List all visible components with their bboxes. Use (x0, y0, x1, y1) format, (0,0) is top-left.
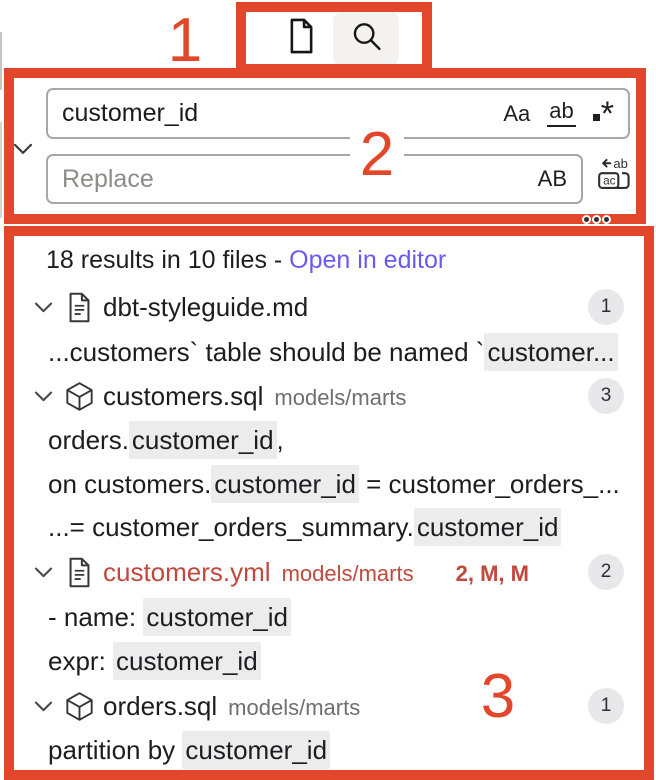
match-case-button[interactable]: Aa (503, 102, 530, 125)
replace-all-icon: ab ac (593, 155, 635, 200)
replace-input[interactable] (48, 164, 538, 194)
replace-input-box: AB (46, 154, 583, 204)
match-row[interactable]: - name: customer_id (0, 594, 656, 640)
results-summary: 18 results in 10 files - Open in editor (46, 238, 446, 282)
explorer-tab-button[interactable] (272, 12, 330, 64)
chevron-down-icon[interactable] (31, 566, 55, 579)
search-icon (350, 20, 383, 58)
file-name: customers.yml models/marts 2, M, M (103, 556, 529, 587)
panel-edge-line (0, 32, 2, 90)
file-path: models/marts (281, 560, 414, 586)
match-row[interactable]: ...= customer_orders_summary. customer_id (0, 504, 656, 550)
regex-star: * (600, 94, 614, 133)
replace-all-button[interactable]: ab ac (592, 156, 636, 198)
model-cube-icon (63, 381, 95, 412)
file-name: orders.sql models/marts (103, 690, 361, 721)
match-highlight: customer_id (182, 730, 331, 769)
match-text: orders. (48, 424, 129, 455)
annotation-label-2: 2 (350, 122, 404, 188)
file-path: models/marts (228, 694, 361, 720)
file-row-dbt-styleguide[interactable]: dbt-styleguide.md 1 (0, 284, 656, 330)
chevron-down-icon[interactable] (31, 301, 55, 314)
file-row-orders-sql[interactable]: orders.sql models/marts 1 (0, 683, 656, 729)
summary-separator: - (266, 245, 290, 274)
match-row[interactable]: expr: customer_id (0, 638, 656, 684)
document-icon (63, 292, 95, 323)
match-count-badge: 2 (588, 554, 624, 590)
file-name: dbt-styleguide.md (103, 291, 309, 322)
match-highlight: customer_id (128, 420, 277, 459)
file-row-customers-sql[interactable]: customers.sql models/marts 3 (0, 373, 656, 419)
git-status-badges: 2, M, M (455, 560, 529, 586)
match-highlight: customer_id (413, 507, 562, 546)
search-input-box: Aa ab * (46, 88, 630, 139)
match-highlight: customer_id (211, 464, 359, 503)
match-row[interactable]: ...customers` table should be named ` cus… (0, 329, 656, 375)
file-icon (286, 18, 317, 59)
match-text: - name: (48, 601, 144, 632)
open-in-editor-link[interactable]: Open in editor (289, 246, 446, 275)
match-text: ...customers` table should be named ` (48, 336, 485, 367)
match-count-badge: 3 (588, 378, 624, 414)
match-text: partition by (48, 734, 183, 765)
regex-button[interactable]: * (592, 94, 614, 133)
annotation-label-1: 1 (167, 6, 203, 75)
chevron-down-icon[interactable] (31, 390, 55, 403)
match-text: expr: (48, 645, 114, 676)
document-icon (63, 557, 95, 588)
search-options: Aa ab * (503, 94, 628, 133)
preserve-case-button[interactable]: AB (538, 168, 567, 190)
match-text: = customer_orders_... (358, 468, 620, 499)
match-count-badge: 1 (588, 289, 624, 325)
svg-text:ab: ab (613, 156, 627, 171)
search-input[interactable] (48, 99, 504, 128)
search-sidebar: Aa ab * AB ab ac 18 results in 10 files … (0, 0, 656, 780)
match-count-badge: 1 (588, 688, 624, 724)
more-actions-icon[interactable] (584, 217, 609, 222)
file-row-customers-yml[interactable]: customers.yml models/marts 2, M, M 2 (0, 549, 656, 595)
whole-word-button[interactable]: ab (547, 100, 576, 127)
match-text: , (276, 424, 284, 455)
match-row[interactable]: on customers. customer_id = customer_orde… (0, 461, 656, 507)
chevron-down-icon (12, 142, 34, 161)
match-text: on customers. (48, 468, 212, 499)
match-text: ...= customer_orders_summary. (48, 511, 414, 542)
regex-dot (592, 113, 600, 121)
svg-text:ac: ac (603, 174, 616, 187)
match-highlight: customer_id (143, 597, 291, 636)
annotation-label-3: 3 (480, 662, 516, 731)
match-highlight: customer_id (113, 641, 261, 680)
toggle-replace-button[interactable] (9, 140, 37, 162)
file-name: customers.sql models/marts (103, 380, 407, 411)
model-cube-icon (63, 691, 95, 722)
file-path: models/marts (274, 384, 407, 410)
search-tab-button[interactable] (333, 11, 399, 66)
results-count: 18 results in 10 files (46, 245, 267, 274)
chevron-down-icon[interactable] (31, 700, 55, 713)
match-highlight: customer... (484, 332, 618, 371)
panel-edge-line (0, 122, 2, 218)
match-row[interactable]: orders. customer_id, (0, 417, 656, 463)
match-row[interactable]: partition by customer_id (0, 727, 656, 773)
